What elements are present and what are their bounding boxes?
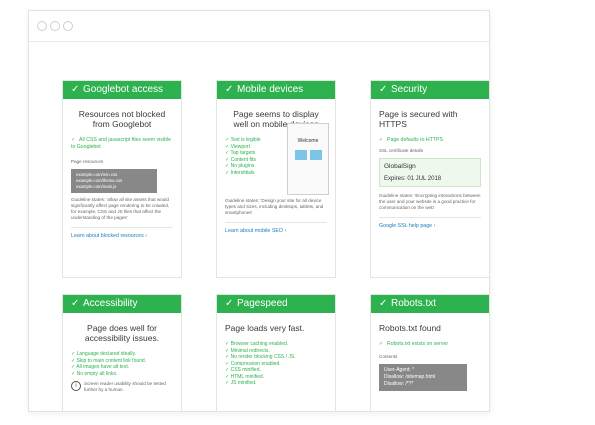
window-dot-icon xyxy=(50,21,60,31)
checkmark-icon: ✓ xyxy=(225,298,234,309)
card-title: Page loads very fast. xyxy=(225,323,305,333)
robots-line: Disallow: /sitemap.html xyxy=(384,374,436,380)
guideline-text: Guideline states: 'Encrypting interactio… xyxy=(379,193,481,210)
guideline-text: Guideline states: 'allow all site assets… xyxy=(71,197,170,220)
image-icon xyxy=(294,150,307,160)
googlebot-access-card: ✓ Googlebot access Resources not blocked … xyxy=(62,80,182,278)
robots-line: User-Agent: * xyxy=(384,367,415,373)
card-header: Pagespeed xyxy=(237,298,288,309)
checkmark-icon: ✓ xyxy=(71,137,76,143)
phone-mockup: Welcome xyxy=(287,123,329,195)
card-header: Mobile devices xyxy=(237,84,304,95)
check-item: All CSS and javascript files seem visibl… xyxy=(71,137,171,150)
google-ssl-link[interactable]: Google SSL help page › xyxy=(379,217,481,229)
check-item: Robots.txt exists on server xyxy=(387,341,449,347)
check-item: Page defaults to HTTPS xyxy=(387,137,443,143)
note-text: Screen reader usability should be tested… xyxy=(84,381,166,392)
card-title: Page is secured with HTTPS xyxy=(379,109,458,129)
card-header: Security xyxy=(391,84,428,95)
ssl-label: SSL certificate details xyxy=(379,148,424,153)
card-header: Accessibility xyxy=(83,298,138,309)
robots-line: Disallow: /*?* xyxy=(384,381,414,387)
browser-titlebar xyxy=(29,11,489,42)
card-header: Robots.txt xyxy=(391,298,437,309)
resource-item: example.com/main.js xyxy=(76,184,117,189)
checkmark-icon: ✓ xyxy=(379,341,384,347)
checkmark-icon: ✓ xyxy=(379,137,384,143)
checks-list: ✓ Browser caching enabled. ✓ Minimal red… xyxy=(225,341,327,387)
robots-card: ✓ Robots.txt Robots.txt found ✓ Robots.txt… xyxy=(370,294,490,412)
check-item: ✓ JS minified. xyxy=(225,380,257,386)
window-dot-icon xyxy=(63,21,73,31)
checkmark-icon: ✓ xyxy=(225,84,234,95)
cert-name: GlobalSign xyxy=(384,163,416,170)
window-dot-icon xyxy=(37,21,47,31)
guideline-text: Guideline states: 'Design your site for … xyxy=(225,198,324,215)
resources-label: Page resources xyxy=(71,159,104,164)
image-icon xyxy=(309,150,322,160)
checkmark-icon: ✓ xyxy=(379,84,388,95)
checks-list: ✓ Language declared ideally. ✓ Skip to m… xyxy=(71,351,173,377)
resources-block: example.com/min.css example.com/theme.cs… xyxy=(71,169,157,193)
info-icon: i xyxy=(71,381,81,391)
learn-mobile-seo-link[interactable]: Learn about mobile SEO › xyxy=(225,222,327,234)
check-item: ✓ No empty alt links. xyxy=(71,370,118,377)
card-title: Robots.txt found xyxy=(379,323,441,333)
contents-label: Contents xyxy=(379,354,398,359)
certificate-box: GlobalSign Expires: 01 JUL 2018 xyxy=(379,158,481,187)
robots-contents: User-Agent: * Disallow: /sitemap.html Di… xyxy=(379,364,467,391)
checkmark-icon: ✓ xyxy=(71,298,80,309)
security-card: ✓ Security Page is secured with HTTPS ✓ Pa… xyxy=(370,80,490,278)
phone-welcome: Welcome xyxy=(297,138,319,144)
card-title: Resources not blocked from Googlebot xyxy=(78,109,166,129)
mobile-devices-card: ✓ Mobile devices Page seems to display we… xyxy=(216,80,336,278)
checkmark-icon: ✓ xyxy=(379,298,388,309)
accessibility-card: ✓ Accessibility Page does well for access… xyxy=(62,294,182,412)
card-header: Googlebot access xyxy=(83,84,164,95)
pagespeed-card: ✓ Pagespeed Page loads very fast. ✓ Brows… xyxy=(216,294,336,412)
cert-expires: Expires: 01 JUL 2018 xyxy=(384,176,442,182)
learn-blocked-link[interactable]: Learn about blocked resources › xyxy=(71,227,173,239)
checkmark-icon: ✓ xyxy=(71,84,80,95)
card-title: Page does well for accessibility issues. xyxy=(84,323,160,343)
